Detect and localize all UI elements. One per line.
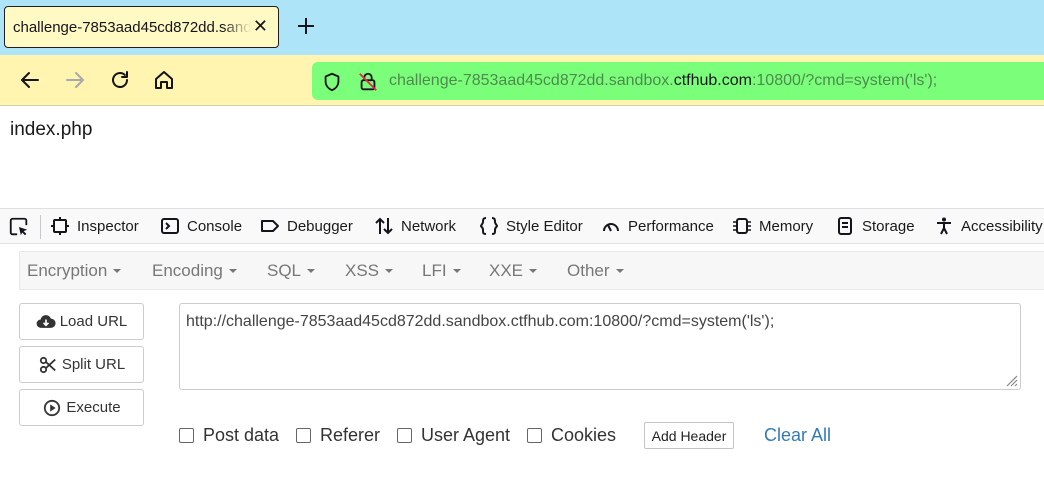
url-textarea[interactable]: http://challenge-7853aad45cd872dd.sandbo… [179, 303, 1021, 390]
home-icon[interactable] [152, 68, 176, 92]
tab-label: Accessibility [961, 217, 1043, 235]
tab-storage[interactable]: Storage [835, 209, 915, 243]
checkbox-box[interactable] [527, 428, 542, 443]
menu-label: XXE [489, 260, 524, 280]
referer-checkbox[interactable]: Referer [296, 425, 380, 446]
load-url-button[interactable]: Load URL [19, 303, 144, 340]
url-prefix: challenge-7853aad45cd872dd.sandbox. [389, 72, 674, 89]
tab-label: Performance [628, 217, 714, 235]
tab-title: challenge-7853aad45cd872dd.sandbox.ctfhu… [13, 18, 251, 36]
menu-sql[interactable]: SQL [267, 252, 316, 289]
menu-xxe[interactable]: XXE [489, 252, 538, 289]
post-data-checkbox[interactable]: Post data [179, 425, 279, 446]
play-circle-icon [44, 399, 61, 416]
shield-icon[interactable] [321, 71, 343, 93]
tab-strip: challenge-7853aad45cd872dd.sandbox.ctfhu… [0, 0, 1044, 55]
split-url-button[interactable]: Split URL [19, 346, 144, 383]
back-icon[interactable] [18, 68, 42, 92]
user-agent-checkbox[interactable]: User Agent [397, 425, 510, 446]
url-suffix: :10800/?cmd=system('ls'); [751, 72, 938, 89]
checkbox-box[interactable] [397, 428, 412, 443]
caret-down-icon [385, 268, 394, 273]
tab-performance[interactable]: Performance [601, 209, 714, 243]
tab-inspector[interactable]: Inspector [50, 209, 139, 243]
menu-label: LFI [422, 260, 447, 280]
url-host: ctfhub.com [673, 72, 752, 89]
console-icon [161, 218, 179, 234]
scissors-icon [39, 356, 56, 373]
devtools-toolbar: Inspector Console Debugger Network Style… [0, 208, 1044, 244]
resize-grip-icon[interactable] [1002, 371, 1018, 387]
tab-network[interactable]: Network [374, 209, 456, 243]
element-picker-icon[interactable] [8, 216, 30, 238]
menu-label: Encryption [27, 260, 108, 280]
tab-debugger[interactable]: Debugger [260, 209, 353, 243]
clear-all-link[interactable]: Clear All [764, 425, 831, 446]
nav-bar: challenge-7853aad45cd872dd.sandbox.ctfhu… [0, 55, 1044, 106]
accessibility-icon [937, 217, 951, 235]
menu-label: SQL [267, 260, 302, 280]
debugger-icon [261, 220, 279, 232]
tab-label: Inspector [77, 217, 139, 235]
menu-xss[interactable]: XSS [345, 252, 394, 289]
browser-tab[interactable]: challenge-7853aad45cd872dd.sandbox.ctfhu… [4, 6, 279, 48]
tab-label: Console [187, 217, 243, 235]
reload-icon[interactable] [108, 68, 132, 92]
button-label: Execute [66, 399, 121, 416]
caret-down-icon [615, 268, 624, 273]
checkbox-label: Referer [320, 425, 381, 445]
checkbox-label: Post data [203, 425, 280, 445]
cloud-download-icon [36, 314, 56, 328]
page-body-text: index.php [10, 119, 93, 140]
caret-down-icon [307, 268, 316, 273]
checkbox-label: Cookies [551, 425, 617, 445]
caret-down-icon [529, 268, 538, 273]
memory-icon [733, 218, 751, 234]
menu-lfi[interactable]: LFI [422, 252, 461, 289]
tab-memory[interactable]: Memory [732, 209, 813, 243]
tab-label: Memory [759, 217, 814, 235]
menu-encoding[interactable]: Encoding [152, 252, 237, 289]
menu-label: XSS [345, 260, 380, 280]
hackbar-menu: Encryption Encoding SQL XSS LFI XXE Othe… [19, 251, 1044, 290]
checkbox-box[interactable] [296, 428, 311, 443]
button-label: Load URL [59, 313, 128, 330]
url-text[interactable]: challenge-7853aad45cd872dd.sandbox.ctfhu… [389, 72, 937, 90]
tab-label: Storage [862, 217, 915, 235]
tab-console[interactable]: Console [160, 209, 242, 243]
tab-label: Style Editor [506, 217, 583, 235]
add-header-button[interactable]: Add Header [644, 422, 734, 449]
tab-label: Debugger [287, 217, 353, 235]
button-label: Split URL [61, 356, 126, 373]
network-icon [375, 217, 393, 235]
url-textarea-value: http://challenge-7853aad45cd872dd.sandbo… [186, 313, 775, 330]
close-tab-icon[interactable]: ✕ [253, 16, 268, 36]
tab-label: Network [401, 217, 457, 235]
insecure-lock-icon[interactable] [357, 71, 379, 93]
address-bar[interactable]: challenge-7853aad45cd872dd.sandbox.ctfhu… [312, 62, 1044, 100]
tab-accessibility[interactable]: Accessibility [934, 209, 1043, 243]
caret-down-icon [113, 268, 122, 273]
new-tab-icon[interactable] [294, 14, 318, 38]
menu-label: Encoding [152, 260, 223, 280]
style-editor-icon [479, 217, 499, 235]
inspector-icon [51, 217, 69, 235]
menu-label: Other [567, 260, 610, 280]
caret-down-icon [228, 268, 237, 273]
checkbox-label: User Agent [421, 425, 511, 445]
menu-other[interactable]: Other [567, 252, 624, 289]
forward-icon[interactable] [63, 68, 87, 92]
execute-button[interactable]: Execute [19, 389, 144, 426]
menu-encryption[interactable]: Encryption [27, 252, 122, 289]
caret-down-icon [452, 268, 461, 273]
toolbar-divider [40, 215, 41, 239]
storage-icon [838, 217, 852, 235]
checkbox-box[interactable] [179, 428, 194, 443]
tab-style-editor[interactable]: Style Editor [479, 209, 583, 243]
performance-icon [603, 223, 619, 232]
cookies-checkbox[interactable]: Cookies [527, 425, 616, 446]
